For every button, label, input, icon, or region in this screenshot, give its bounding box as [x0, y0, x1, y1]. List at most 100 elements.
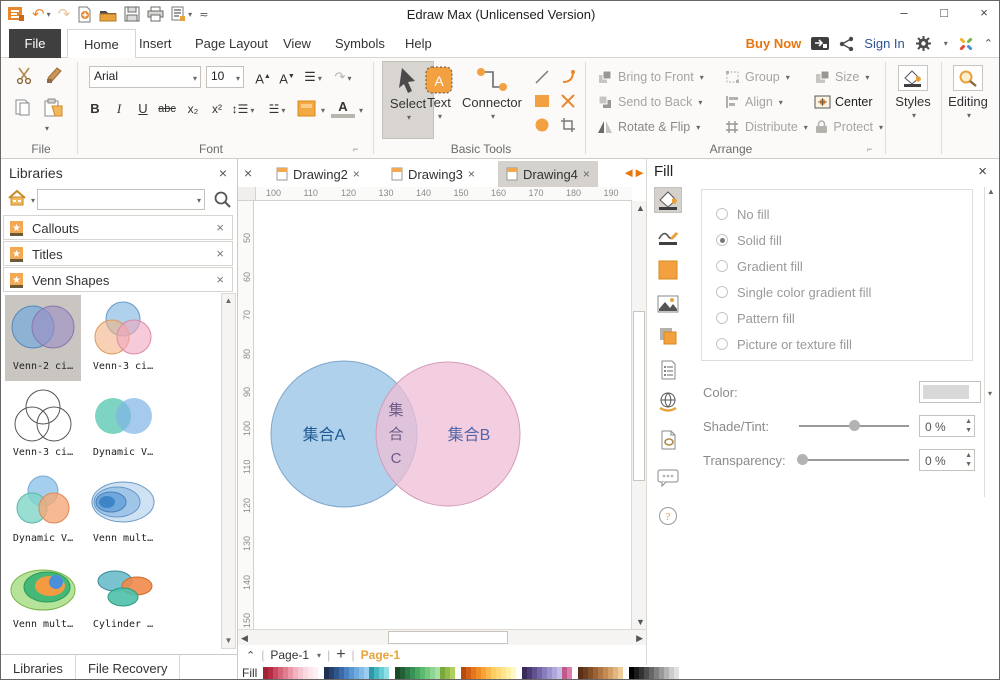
line-tool-icon[interactable]	[533, 68, 551, 86]
maximize-button[interactable]: □	[931, 3, 957, 23]
line-style-icon[interactable]	[654, 223, 682, 249]
drawing-canvas[interactable]: 集合A 集合B 集 合 C	[254, 201, 632, 629]
help-icon[interactable]: ?	[654, 503, 682, 529]
tab-insert[interactable]: Insert	[123, 29, 188, 58]
copy-icon[interactable]	[13, 98, 33, 118]
palette-swatch[interactable]	[567, 667, 572, 680]
close-tab-icon[interactable]: ×	[353, 167, 360, 181]
share-icon[interactable]	[839, 36, 854, 51]
align-text-icon[interactable]: ☰▾	[301, 66, 325, 88]
radio-icon[interactable]	[716, 260, 728, 272]
italic-button[interactable]: I	[107, 98, 131, 120]
radio-icon[interactable]	[716, 286, 728, 298]
protect-button[interactable]: Protect▾	[813, 116, 883, 138]
close-tab-icon[interactable]: ×	[468, 167, 475, 181]
size-button[interactable]: Size▾	[813, 66, 879, 88]
delete-shape-icon[interactable]	[559, 92, 577, 110]
venn-diagram[interactable]: 集合A 集合B 集 合 C	[254, 201, 632, 629]
decrease-font-icon[interactable]: A▼	[275, 66, 299, 88]
add-page-button[interactable]: +	[336, 646, 345, 664]
palette-swatch[interactable]	[618, 667, 623, 680]
bold-button[interactable]: B	[83, 98, 107, 120]
fill-option-gradient-fill[interactable]: Gradient fill	[716, 256, 803, 276]
palette-swatch[interactable]	[674, 667, 679, 680]
comment-icon[interactable]	[654, 465, 682, 491]
fill-option-pattern-fill[interactable]: Pattern fill	[716, 308, 795, 328]
underline-button[interactable]: U	[131, 98, 155, 120]
radio-icon[interactable]	[716, 208, 728, 220]
settings-gear-icon[interactable]	[915, 35, 932, 52]
color-swatch-dropdown[interactable]: ▾	[919, 381, 981, 403]
subscript-button[interactable]: x₂	[181, 98, 205, 120]
rectangle-tool-icon[interactable]	[533, 92, 551, 110]
connector-tool-button[interactable]: Connector▾	[461, 61, 523, 139]
tab-drawing2[interactable]: Drawing2×	[268, 161, 368, 187]
library-scrollbar[interactable]: ▲ ▼	[221, 293, 236, 649]
superscript-button[interactable]: x²	[205, 98, 229, 120]
fill-tool-icon[interactable]	[654, 187, 682, 213]
tab-file-recovery[interactable]: File Recovery	[76, 655, 180, 680]
fill-option-solid-fill[interactable]: Solid fill	[716, 230, 782, 250]
insert-picture-icon[interactable]	[654, 291, 682, 317]
font-color-icon[interactable]: A	[331, 98, 355, 118]
crop-tool-icon[interactable]	[559, 116, 577, 134]
palette-swatch[interactable]	[450, 667, 455, 680]
radio-icon[interactable]	[716, 312, 728, 324]
collapse-ribbon-icon[interactable]: ⌃	[984, 37, 993, 50]
bring-to-front-button[interactable]: Bring to Front▾	[596, 66, 716, 88]
attachment-note-icon[interactable]	[654, 427, 682, 453]
send-to-back-button[interactable]: Send to Back▾	[596, 91, 716, 113]
settings-dropdown-arrow[interactable]: ▾	[944, 39, 948, 48]
shade-tint-slider[interactable]	[799, 425, 909, 427]
text-highlight-icon[interactable]	[297, 100, 317, 118]
ellipse-tool-icon[interactable]	[533, 116, 551, 134]
search-icon[interactable]	[213, 190, 231, 208]
library-home-icon[interactable]	[7, 189, 29, 207]
layers-icon[interactable]	[654, 323, 682, 349]
library-section-venn-shapes[interactable]: ★ Venn Shapes ×	[3, 267, 233, 292]
shade-tint-spinner[interactable]: 0 %▲▼	[919, 415, 975, 437]
shape-venn-3-outline[interactable]: Venn-3 ci…	[5, 381, 81, 467]
shape-cylinder[interactable]: Cylinder …	[85, 553, 161, 639]
line-spacing-icon[interactable]: ↕☰▾	[231, 98, 255, 120]
tab-drawing3[interactable]: Drawing3×	[383, 161, 483, 187]
close-tab-icon[interactable]: ×	[583, 167, 590, 181]
page-tab-active[interactable]: Page-1	[361, 648, 400, 662]
library-search-input[interactable]: ▾	[37, 189, 205, 210]
center-button[interactable]: Center	[813, 91, 879, 113]
close-button[interactable]: ×	[971, 3, 997, 23]
libraries-close-icon[interactable]: ×	[219, 165, 227, 181]
buy-now-button[interactable]: Buy Now	[746, 36, 802, 51]
close-library-icon[interactable]: ×	[216, 272, 224, 287]
tab-help[interactable]: Help	[389, 29, 448, 58]
font-name-combo[interactable]: Arial▾	[89, 66, 201, 88]
transparency-slider[interactable]	[799, 459, 909, 461]
cut-icon[interactable]	[15, 66, 35, 84]
strikethrough-button[interactable]: abc	[155, 98, 179, 120]
fill-option-picture-or-texture-fill[interactable]: Picture or texture fill	[716, 334, 852, 354]
fill-panel-close-icon[interactable]: ×	[978, 163, 987, 180]
export-icon[interactable]	[811, 36, 829, 51]
editing-button[interactable]: Editing▾	[943, 61, 993, 139]
paste-icon[interactable]: ▾	[43, 98, 65, 136]
fill-option-single-color-gradient-fill[interactable]: Single color gradient fill	[716, 282, 871, 302]
bullet-list-icon[interactable]: ☱▾	[265, 98, 289, 120]
vertical-scrollbar[interactable]: ▲ ▼	[631, 201, 646, 629]
font-size-combo[interactable]: 10▾	[206, 66, 244, 88]
radio-icon[interactable]	[716, 234, 728, 246]
styles-button[interactable]: Styles▾	[889, 61, 937, 139]
shape-dynamic-venn-2[interactable]: Dynamic V…	[85, 381, 161, 467]
palette-swatch[interactable]	[384, 667, 389, 680]
palette-swatch[interactable]	[313, 667, 318, 680]
increase-font-icon[interactable]: A▲	[251, 66, 275, 88]
palette-swatches[interactable]	[263, 667, 685, 680]
shape-venn-2-circles[interactable]: Venn-2 ci…	[5, 295, 81, 381]
tab-libraries[interactable]: Libraries	[1, 655, 76, 680]
close-library-icon[interactable]: ×	[216, 246, 224, 261]
format-painter-icon[interactable]	[45, 66, 65, 84]
font-dialog-launcher-icon[interactable]: ⌐	[353, 144, 358, 154]
distribute-button[interactable]: Distribute▾	[723, 116, 813, 138]
rotate-flip-button[interactable]: Rotate & Flip▾	[596, 116, 716, 138]
library-section-callouts[interactable]: ★ Callouts ×	[3, 215, 233, 240]
sign-in-button[interactable]: Sign In	[864, 36, 904, 51]
